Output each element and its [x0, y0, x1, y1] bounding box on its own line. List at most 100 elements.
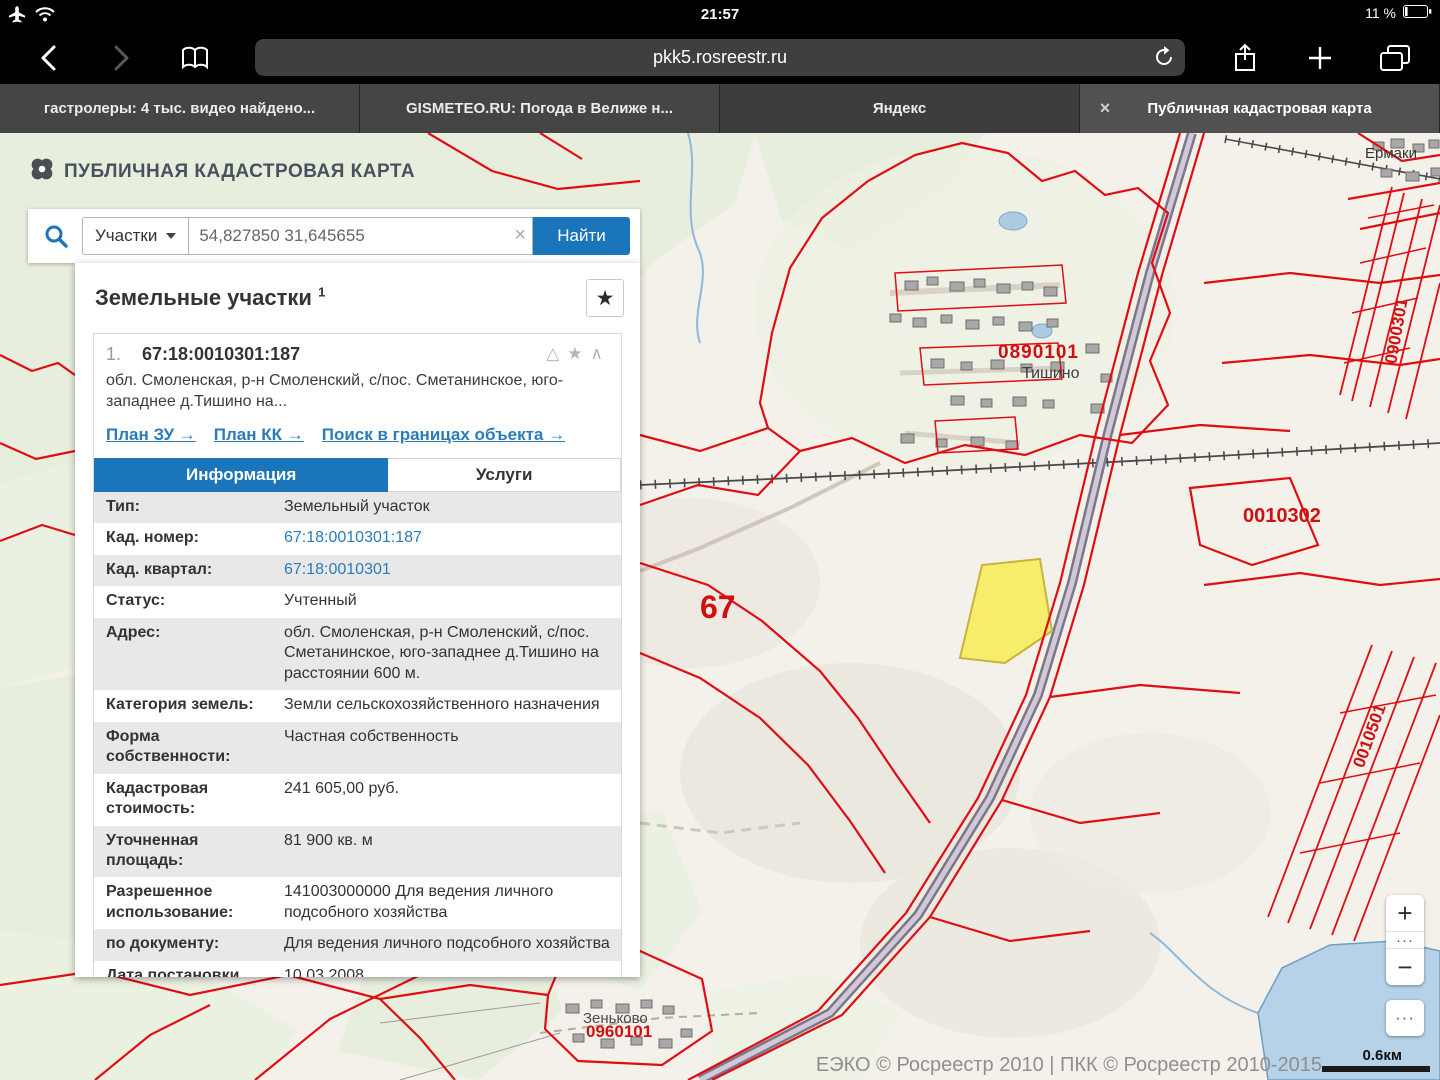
tab-services[interactable]: Услуги [388, 458, 621, 492]
row-label: Дата постановки на [94, 961, 272, 977]
map-scale: 0.6км [1322, 1047, 1430, 1072]
favorite-icon[interactable]: ★ [567, 344, 590, 363]
row-value: Учтенный [272, 586, 621, 617]
collapse-icon[interactable]: ∧ [591, 344, 611, 363]
favorites-button[interactable]: ★ [586, 279, 624, 317]
row-value-link[interactable]: 67:18:0010301 [272, 555, 621, 586]
address-bar[interactable]: pkk5.rosreestr.ru [255, 39, 1185, 76]
parcel-links: План ЗУ → План КК → Поиск в границах объек… [94, 417, 621, 458]
zoom-options-button[interactable]: ··· [1386, 931, 1424, 949]
parcel-info-table: Тип:Земельный участок Кад. номер:67:18:0… [94, 492, 621, 977]
battery-percent: 11 % [1365, 5, 1396, 21]
tab-label: гастролеры: 4 тыс. видео найдено... [44, 100, 315, 117]
warning-icon[interactable]: △ [546, 344, 567, 363]
results-panel: Земельные участки 1 ★ 1. 67:18:0010301:1… [75, 263, 640, 977]
reload-icon[interactable] [1153, 46, 1175, 73]
row-label: Адрес: [94, 618, 272, 690]
map-label-quarter-0890101: 0890101 [998, 342, 1079, 364]
address-text: pkk5.rosreestr.ru [653, 47, 787, 68]
search-icon[interactable] [40, 220, 72, 252]
search-category-value: Участки [95, 226, 157, 246]
row-label: по документу: [94, 929, 272, 960]
map-page: 0890101 Тишино 0010302 67 0900301 001050… [0, 133, 1440, 1080]
browser-toolbar: pkk5.rosreestr.ru [0, 30, 1440, 84]
tab-label: Публичная кадастровая карта [1147, 100, 1371, 117]
table-row: по документу:Для ведения личного подсобн… [94, 929, 621, 960]
search-in-bounds-link[interactable]: Поиск в границах объекта → [322, 425, 565, 444]
star-icon: ★ [596, 286, 615, 311]
back-button[interactable] [32, 42, 66, 74]
battery-icon [1403, 5, 1432, 21]
tab-label: Яндекс [873, 100, 926, 117]
parcel-card: 1. 67:18:0010301:187 △★∧ обл. Смоленская… [93, 333, 622, 977]
clock: 21:57 [0, 6, 1440, 23]
row-value: Земельный участок [272, 492, 621, 523]
zoom-out-button[interactable]: − [1386, 949, 1424, 985]
map-scale-bar [1322, 1066, 1430, 1072]
search-panel: Участки × Найти [28, 209, 640, 263]
tab-information[interactable]: Информация [94, 458, 388, 492]
page-title: ПУБЛИЧНАЯ КАДАСТРОВАЯ КАРТА [64, 161, 415, 183]
bookmarks-icon[interactable] [178, 42, 212, 74]
row-value: Для ведения личного подсобного хозяйства [272, 929, 621, 960]
row-value-link[interactable]: 67:18:0010301:187 [272, 523, 621, 554]
map-label-ermaki: Ермаки [1365, 145, 1417, 162]
browser-tab-yandex[interactable]: Яндекс [720, 84, 1080, 133]
plan-kk-link[interactable]: План КК → [214, 425, 304, 444]
row-value: 141003000000 Для ведения личного подсобн… [272, 877, 621, 929]
results-count: 1 [318, 285, 325, 300]
row-value: Частная собственность [272, 722, 621, 774]
browser-tab-gismeteo[interactable]: GISMETEO.RU: Погода в Велиже н... [360, 84, 720, 133]
chevron-down-icon [166, 233, 176, 239]
row-label: Разрешенное использование: [94, 877, 272, 929]
tab-overview-icon[interactable] [1378, 42, 1412, 74]
search-submit-button[interactable]: Найти [533, 217, 630, 255]
parcel-index: 1. [106, 344, 142, 365]
plan-zu-link[interactable]: План ЗУ → [106, 425, 196, 444]
search-category-dropdown[interactable]: Участки [82, 217, 189, 255]
row-label: Тип: [94, 492, 272, 523]
table-row: Разрешенное использование:141003000000 Д… [94, 877, 621, 929]
table-row: Кад. квартал:67:18:0010301 [94, 555, 621, 586]
map-label-district-67: 67 [700, 589, 736, 626]
row-label: Статус: [94, 586, 272, 617]
table-row: Кадастровая стоимость:241 605,00 руб. [94, 774, 621, 826]
parcel-header-icons: △★∧ [546, 344, 611, 364]
search-input[interactable] [189, 217, 533, 255]
browser-tab-pkk[interactable]: × Публичная кадастровая карта [1080, 84, 1440, 133]
map-more-button[interactable]: ··· [1386, 1000, 1424, 1036]
row-label: Категория земель: [94, 690, 272, 721]
map-label-quarter-0010302: 0010302 [1243, 505, 1321, 528]
close-tab-icon[interactable]: × [1094, 97, 1116, 119]
new-tab-icon[interactable] [1303, 42, 1337, 74]
row-label: Кадастровая стоимость: [94, 774, 272, 826]
row-label: Форма собственности: [94, 722, 272, 774]
zoom-in-button[interactable]: + [1386, 895, 1424, 931]
zoom-controls: + ··· − [1386, 895, 1424, 985]
row-value: 10.03.2008 [272, 961, 621, 977]
browser-tab-bar: гастролеры: 4 тыс. видео найдено... GISM… [0, 84, 1440, 133]
parcel-address-short: обл. Смоленская, р-н Смоленский, с/пос. … [94, 367, 621, 416]
table-row: Уточненная площадь:81 900 кв. м [94, 826, 621, 878]
row-value: 81 900 кв. м [272, 826, 621, 878]
table-row: Категория земель:Земли сельскохозяйствен… [94, 690, 621, 721]
results-title-text: Земельные участки [95, 285, 312, 310]
table-row: Кад. номер:67:18:0010301:187 [94, 523, 621, 554]
row-value: 241 605,00 руб. [272, 774, 621, 826]
browser-tab-gastrolery[interactable]: гастролеры: 4 тыс. видео найдено... [0, 84, 360, 133]
map-label-quarter-0960101: 0960101 [586, 1022, 652, 1042]
row-label: Кад. номер: [94, 523, 272, 554]
row-label: Уточненная площадь: [94, 826, 272, 878]
row-label: Кад. квартал: [94, 555, 272, 586]
clear-search-icon[interactable]: × [514, 224, 526, 246]
table-row: Дата постановки на10.03.2008 [94, 961, 621, 977]
forward-button[interactable] [104, 42, 138, 74]
parcel-card-header[interactable]: 1. 67:18:0010301:187 △★∧ [94, 334, 621, 367]
results-title: Земельные участки 1 [95, 285, 325, 310]
status-bar: 21:57 11 % [0, 0, 1440, 30]
tab-label: GISMETEO.RU: Погода в Велиже н... [406, 100, 673, 117]
parcel-tabs: Информация Услуги [94, 458, 621, 492]
share-icon[interactable] [1228, 42, 1262, 74]
parcel-number: 67:18:0010301:187 [142, 344, 300, 365]
table-row: Форма собственности:Частная собственност… [94, 722, 621, 774]
